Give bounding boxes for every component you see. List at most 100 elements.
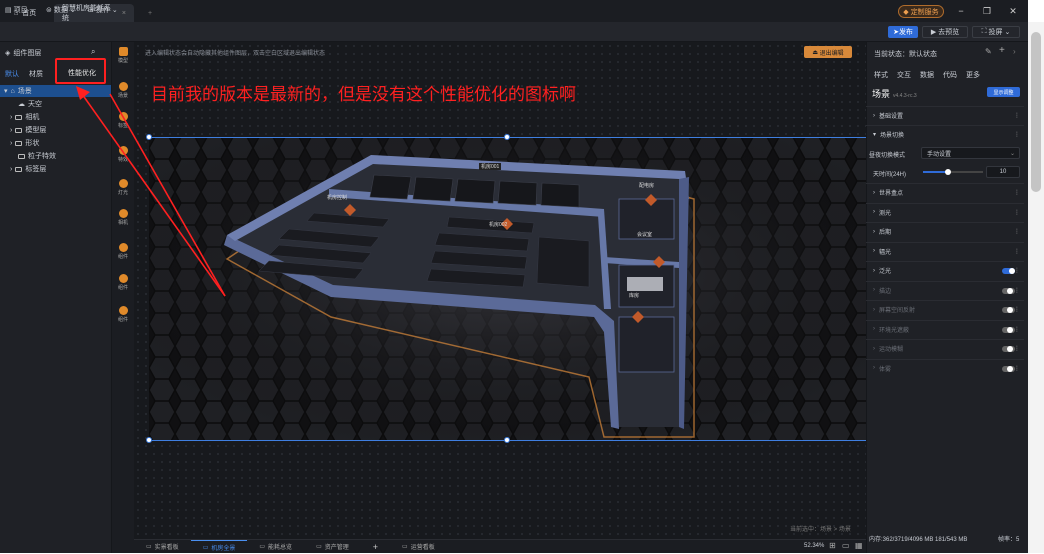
exit-icon: ⏏ <box>812 49 818 56</box>
time-slider[interactable] <box>923 169 983 175</box>
new-tab-button[interactable]: + <box>140 4 160 22</box>
layer-panel-title: ◈ 组件图层 <box>5 48 41 58</box>
close-tab-icon[interactable]: × <box>122 10 126 17</box>
more-icon[interactable]: ⋮ <box>1014 131 1020 138</box>
caret-right-icon: › <box>873 326 875 332</box>
menu-project[interactable]: ▤ 项目 ⌄ <box>5 3 36 17</box>
section-basic[interactable]: › 基础设置 ⋮ <box>866 106 1024 124</box>
folder-icon <box>15 127 23 133</box>
more-icon[interactable]: ⋮ <box>1014 267 1020 274</box>
close-window-button[interactable]: ✕ <box>1002 3 1024 19</box>
minimize-button[interactable]: − <box>950 3 972 19</box>
zoom-level[interactable]: 52.34% <box>804 543 824 549</box>
folder-icon <box>15 140 23 146</box>
more-icon[interactable]: ⋮ <box>1014 248 1020 255</box>
more-icon[interactable]: ⋮ <box>1014 209 1020 216</box>
caret-right-icon: › <box>10 126 13 134</box>
scene-label: 机房控制 <box>327 195 348 201</box>
scene-render <box>149 137 866 440</box>
component-header: 场景 v4.4.3-rc.3 <box>872 87 917 100</box>
scrollbar-thumb[interactable] <box>1031 32 1041 192</box>
menu-data[interactable]: ⊜ 数据 ⌄ <box>46 3 76 17</box>
more-icon[interactable]: ⋮ <box>1014 345 1020 352</box>
page-tab[interactable]: ▭ 机房全景 <box>190 539 248 554</box>
property-section[interactable]: › 体雾 ⋮ <box>866 358 1024 377</box>
more-icon[interactable]: ⋮ <box>1014 228 1020 235</box>
section-label: 环境光遮蔽 <box>879 327 910 334</box>
property-section[interactable]: › 后期 ⋮ <box>866 222 1024 240</box>
database-icon: ⊜ <box>46 7 52 14</box>
more-icon[interactable]: ⋮ <box>1014 326 1020 333</box>
property-section[interactable]: › 环境光遮蔽 ⋮ <box>866 319 1024 338</box>
property-section[interactable]: › 测光 ⋮ <box>866 202 1024 221</box>
mode-select[interactable]: 手动设置 ⌄ <box>921 147 1020 159</box>
time-label: 天时间(24H) <box>873 172 907 178</box>
edit-icon[interactable]: ✎ <box>985 47 992 56</box>
preview-icon: ▶ <box>930 29 937 36</box>
layout-icon[interactable]: ▦ <box>855 541 863 550</box>
page-tabs-bar: ▭ 实景看板 ▭ 机房全景 ▭ 能耗总览 ▭ 资产管理 + ▭ 运营看板 <box>134 539 866 553</box>
more-icon[interactable]: ⋮ <box>1014 306 1020 313</box>
menu-bar <box>0 22 1028 42</box>
fullscreen-icon: ⛶ <box>981 28 987 35</box>
property-section[interactable]: › 描边 ⋮ <box>866 280 1024 299</box>
section-scene-switch[interactable]: ▾ 场景切换 ⋮ <box>866 125 1024 143</box>
caret-right-icon: › <box>10 113 13 121</box>
vip-button[interactable]: ◆ 定制服务 <box>898 5 944 18</box>
property-section[interactable]: › 世界盒点 ⋮ <box>866 183 1024 201</box>
exit-edit-button[interactable]: ⏏ 退出编辑 <box>804 46 852 58</box>
page-tab[interactable]: ▭ 能耗总览 <box>247 540 304 554</box>
rail-component-3[interactable]: 组件 <box>112 306 134 323</box>
tab-style[interactable]: 样式 <box>874 70 888 80</box>
add-state-icon[interactable]: + <box>999 45 1005 56</box>
tab-code[interactable]: 代码 <box>943 70 957 80</box>
tab-default[interactable]: 默认 <box>5 69 19 79</box>
more-icon[interactable]: ⋮ <box>1014 189 1020 196</box>
property-section[interactable]: › 辐光 ⋮ <box>866 241 1024 260</box>
page-icon: ▭ <box>202 544 209 551</box>
fit-icon[interactable]: ⊞ <box>829 541 836 550</box>
tab-more[interactable]: 更多 <box>966 70 980 80</box>
add-page-button[interactable]: + <box>361 540 390 554</box>
more-icon[interactable]: ⋮ <box>1014 112 1020 119</box>
display-button[interactable]: ⛶ 投屏 ⌄ <box>972 26 1020 38</box>
menu-operate[interactable]: ⊞ 操作 ⌄ <box>88 3 118 17</box>
display-label: 投屏 <box>988 29 1003 36</box>
more-icon[interactable]: ⋮ <box>1014 287 1020 294</box>
more-icon[interactable]: ⋮ <box>1014 365 1020 372</box>
property-section[interactable]: › 屏幕空间反射 ⋮ <box>866 300 1024 318</box>
caret-right-icon: › <box>10 139 13 147</box>
resize-handle[interactable] <box>146 437 152 443</box>
preview-button[interactable]: ▶ 去预览 <box>922 26 968 38</box>
page-tab[interactable]: ▭ 运营看板 <box>390 540 447 554</box>
caret-down-icon: ▾ <box>4 88 8 95</box>
scene-label: 配电房 <box>639 183 655 189</box>
caret-right-icon: › <box>873 365 875 371</box>
restore-button[interactable]: ❐ <box>976 3 998 19</box>
page-tab[interactable]: ▭ 实景看板 <box>134 540 191 554</box>
time-input[interactable]: 10 <box>986 166 1020 178</box>
chevron-right-icon[interactable]: › <box>1013 47 1016 56</box>
scene-viewport[interactable]: 机房001 机房控制 机房002 会议室 配电房 库房 <box>149 137 866 440</box>
diamond-icon: ◆ <box>903 8 909 16</box>
tab-data[interactable]: 数据 <box>920 70 934 80</box>
screen-icon[interactable]: ▭ <box>842 541 850 550</box>
layer-panel-title-text: 组件图层 <box>13 50 42 57</box>
adjust-button[interactable]: 显示调整 <box>987 87 1020 97</box>
section-label: 描边 <box>879 288 892 295</box>
resize-handle[interactable] <box>504 134 510 140</box>
publish-button[interactable]: ➤ 发布 <box>888 26 918 38</box>
search-icon[interactable]: ⌕ <box>91 47 95 57</box>
property-section[interactable]: › 运动模糊 ⋮ <box>866 339 1024 357</box>
resize-handle[interactable] <box>504 437 510 443</box>
caret-right-icon: › <box>873 248 875 254</box>
chevron-down-icon: ⌄ <box>111 7 118 14</box>
rail-model[interactable]: 模型 <box>112 47 134 64</box>
section-label: 运动模糊 <box>879 347 904 353</box>
page-tab-label: 实景看板 <box>154 545 179 551</box>
caret-right-icon: › <box>873 228 875 235</box>
page-tab[interactable]: ▭ 资产管理 <box>304 540 361 554</box>
tab-material[interactable]: 材质 <box>29 69 43 79</box>
property-section[interactable]: › 泛光 ⋮ <box>866 261 1024 279</box>
tab-interaction[interactable]: 交互 <box>897 70 911 80</box>
